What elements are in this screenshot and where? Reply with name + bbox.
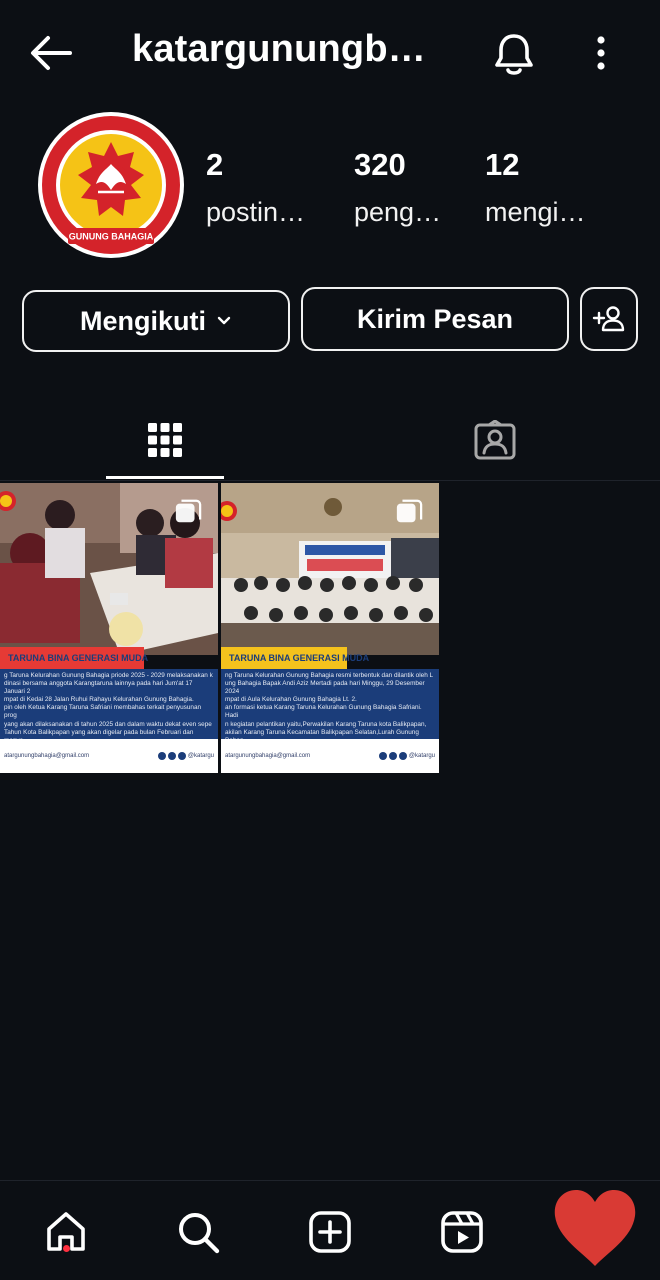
reels-icon <box>441 1211 483 1253</box>
nav-create-button[interactable] <box>303 1205 357 1259</box>
back-arrow-icon <box>31 36 72 70</box>
organization-logo: GUNUNG BAHAGIA <box>42 116 180 254</box>
post-2-socials: @katargu <box>378 752 435 760</box>
stat-following-value: 12 <box>485 147 520 182</box>
post-1-banner-text: TARUNA BINA GENERASI MUDA <box>8 653 149 663</box>
stat-posts-value: 2 <box>206 147 224 182</box>
post-1-socials: @katargu <box>157 752 214 760</box>
grid-icon <box>148 423 182 457</box>
stat-posts-label: postin… <box>206 197 306 227</box>
post-1-banner: TARUNA BINA GENERASI MUDA <box>0 647 148 669</box>
post-thumbnail-1[interactable]: TARUNA BINA GENERASI MUDA g Taruna Kelur… <box>0 483 218 773</box>
carousel-icon <box>396 499 423 523</box>
post-2-caption-area: ng Taruna Kelurahan Gunung Bahagia resmi… <box>221 669 439 739</box>
stat-following[interactable]: 12 mengi… <box>485 146 595 230</box>
stat-followers[interactable]: 320 peng… <box>354 146 446 230</box>
nav-search-button[interactable] <box>171 1205 225 1259</box>
tab-divider <box>0 480 660 481</box>
heart-icon[interactable] <box>552 1188 638 1268</box>
post-2-email: atargunungbahagia@gmail.com <box>225 753 311 759</box>
send-message-button[interactable]: Kirim Pesan <box>301 287 569 351</box>
stat-following-label: mengi… <box>485 197 586 227</box>
post-1-handle: @katargu <box>187 753 214 759</box>
post-1-caption: g Taruna Kelurahan Gunung Bahagia priode… <box>4 672 213 739</box>
notification-bell-button[interactable] <box>488 28 540 80</box>
post-1-email: atargunungbahagia@gmail.com <box>4 753 90 759</box>
create-icon <box>309 1211 351 1253</box>
search-icon <box>179 1213 220 1254</box>
post-2-banner-text: TARUNA BINA GENERASI MUDA <box>229 653 370 663</box>
following-button[interactable]: Mengikuti <box>22 290 290 352</box>
post-thumbnail-2[interactable]: TARUNA BINA GENERASI MUDA ng Taruna Kelu… <box>221 483 439 773</box>
post-2-handle: @katargu <box>408 753 435 759</box>
more-options-button[interactable] <box>584 30 618 76</box>
stat-followers-value: 320 <box>354 147 406 182</box>
following-button-label: Mengikuti <box>80 305 206 336</box>
instagram-icon <box>167 752 176 760</box>
notification-dot <box>63 1245 70 1252</box>
bell-icon <box>495 34 533 75</box>
top-bar: katargunungb… <box>0 0 660 108</box>
post-2-banner: TARUNA BINA GENERASI MUDA <box>221 647 369 669</box>
instagram-icon <box>388 752 397 760</box>
tab-posts-grid[interactable] <box>106 400 224 480</box>
send-message-label: Kirim Pesan <box>356 303 514 334</box>
post-1-footer: atargunungbahagia@gmail.com @katargu <box>0 739 218 773</box>
facebook-icon <box>157 752 166 760</box>
suggested-people-button[interactable] <box>580 287 638 351</box>
profile-username-title: katargunungb… <box>132 28 426 70</box>
tiktok-icon <box>177 752 186 760</box>
svg-text:GUNUNG BAHAGIA: GUNUNG BAHAGIA <box>69 232 154 242</box>
stat-followers-label: peng… <box>354 197 442 227</box>
carousel-icon <box>175 499 202 523</box>
add-person-icon <box>592 306 625 332</box>
tagged-icon <box>474 420 516 460</box>
profile-avatar[interactable]: GUNUNG BAHAGIA <box>38 112 184 258</box>
post-2-caption: ng Taruna Kelurahan Gunung Bahagia resmi… <box>225 672 434 739</box>
post-2-footer: atargunungbahagia@gmail.com @katargu <box>221 739 439 773</box>
post-1-caption-area: g Taruna Kelurahan Gunung Bahagia priode… <box>0 669 218 739</box>
facebook-icon <box>378 752 387 760</box>
nav-reels-button[interactable] <box>435 1205 489 1259</box>
tab-tagged[interactable] <box>436 400 554 480</box>
tiktok-icon <box>398 752 407 760</box>
chevron-down-icon <box>216 315 232 327</box>
active-tab-indicator <box>106 476 224 479</box>
stat-posts[interactable]: 2 postin… <box>206 146 316 230</box>
more-vertical-icon <box>597 36 605 70</box>
back-button[interactable] <box>26 30 76 76</box>
